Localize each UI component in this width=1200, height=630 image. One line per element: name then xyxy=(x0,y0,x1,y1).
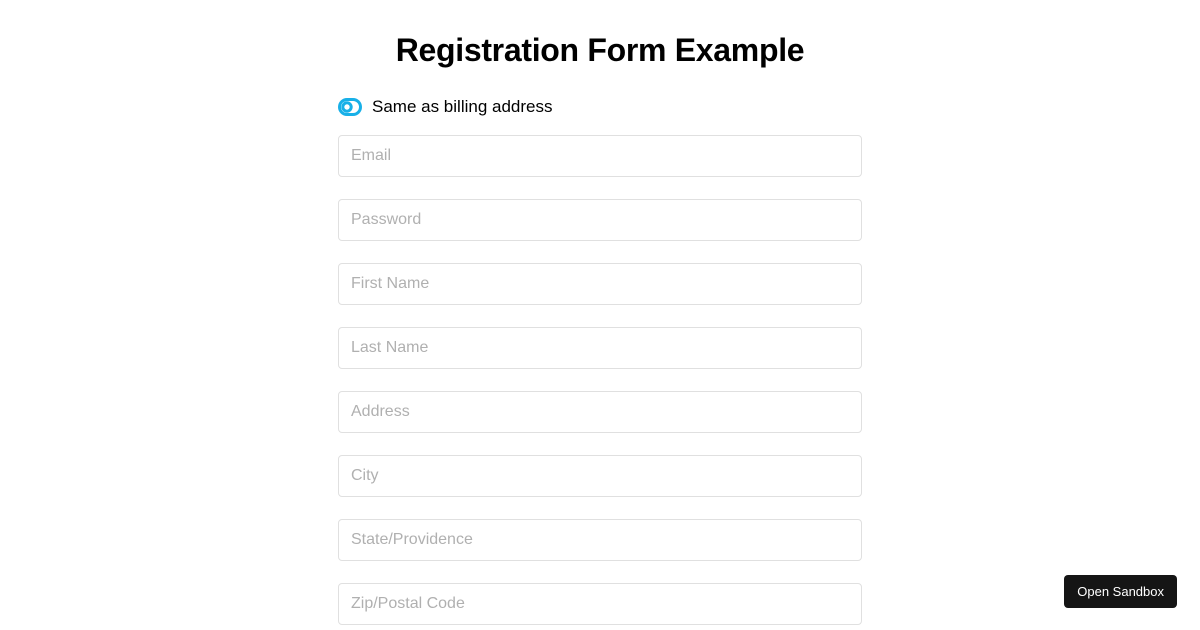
address-field[interactable] xyxy=(338,391,862,433)
form-field xyxy=(338,455,862,497)
form-field xyxy=(338,519,862,561)
form-field xyxy=(338,135,862,177)
billing-toggle-row: Same as billing address xyxy=(338,97,862,117)
email-field[interactable] xyxy=(338,135,862,177)
zip-field[interactable] xyxy=(338,583,862,625)
last-name-field[interactable] xyxy=(338,327,862,369)
form-field xyxy=(338,391,862,433)
form-container: Registration Form Example Same as billin… xyxy=(338,0,862,625)
city-field[interactable] xyxy=(338,455,862,497)
state-field[interactable] xyxy=(338,519,862,561)
form-field xyxy=(338,263,862,305)
toggle-off-icon[interactable] xyxy=(338,98,362,116)
first-name-field[interactable] xyxy=(338,263,862,305)
form-field xyxy=(338,327,862,369)
password-field[interactable] xyxy=(338,199,862,241)
billing-toggle-label: Same as billing address xyxy=(372,97,552,117)
page-title: Registration Form Example xyxy=(338,32,862,69)
form-field xyxy=(338,583,862,625)
open-sandbox-button[interactable]: Open Sandbox xyxy=(1064,575,1177,608)
form-field xyxy=(338,199,862,241)
